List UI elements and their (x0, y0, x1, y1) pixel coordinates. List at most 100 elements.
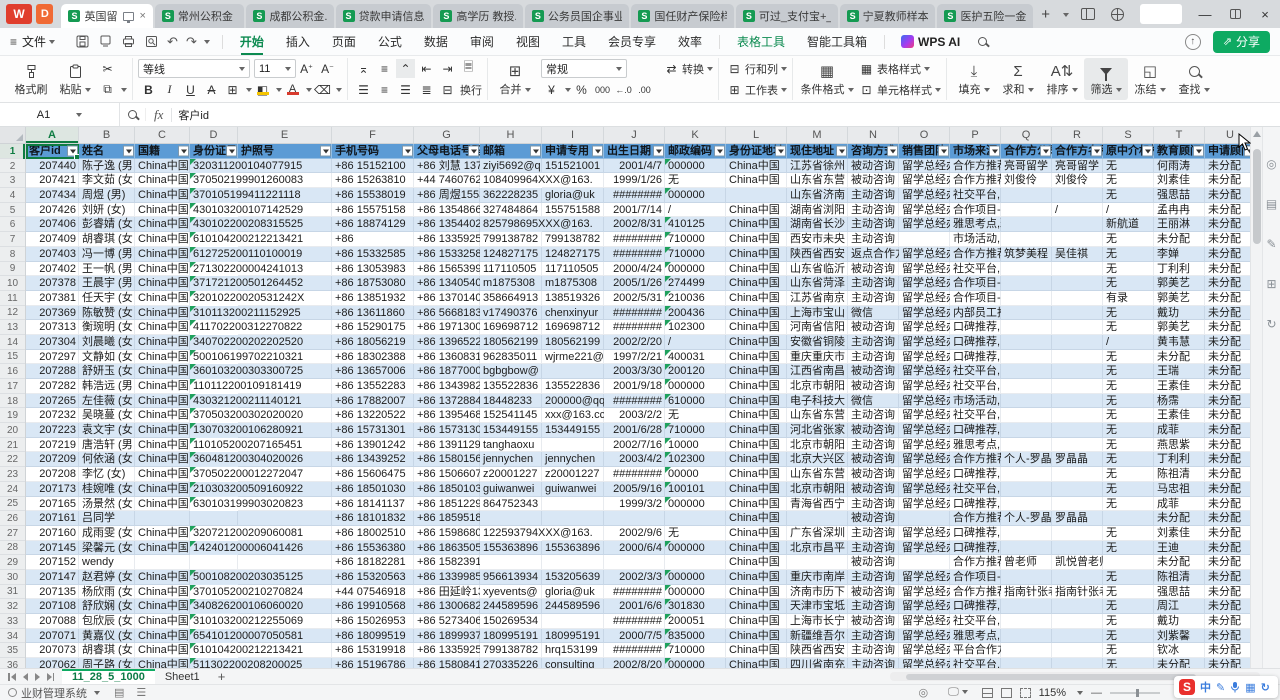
cell-T25[interactable]: 成菲 (1154, 497, 1205, 512)
header-cell-O1[interactable]: 销售团队 (899, 144, 950, 159)
cell-O9[interactable]: 留学总经办 (899, 262, 950, 277)
cell-C11[interactable]: China中国 (135, 291, 190, 306)
cell-P4[interactable]: 社交平台, (950, 188, 1001, 203)
conditional-format-button[interactable]: ▦ 条件格式 (798, 58, 856, 100)
cell-T8[interactable]: 李婵 (1154, 247, 1205, 262)
cell-L17[interactable]: China中国 (726, 379, 787, 394)
vertical-scroll-thumb[interactable] (1253, 149, 1261, 244)
cell-C7[interactable]: China中国 (135, 232, 190, 247)
cell-K31[interactable]: 000000 (665, 585, 726, 600)
cell-B36[interactable]: 周子路 (女 (79, 658, 135, 668)
cell-D21[interactable]: 110105200207165451 (190, 438, 238, 453)
row-header-1[interactable]: 1 (0, 144, 26, 159)
cell-B3[interactable]: 李文茹 (女 (79, 173, 135, 188)
close-tab-icon[interactable]: × (139, 10, 145, 22)
cell-K26[interactable] (665, 511, 726, 526)
cell-S25[interactable]: 无 (1103, 497, 1154, 512)
cell-N17[interactable]: 被动咨询 (848, 379, 899, 394)
cell-C12[interactable]: China中国 (135, 306, 190, 321)
cell-M21[interactable]: 北京市朝阳 (787, 438, 848, 453)
cell-S30[interactable]: 无 (1103, 570, 1154, 585)
eraser-button[interactable]: ⌫ (313, 80, 332, 99)
refresh-panel-icon[interactable]: ↻ (1266, 317, 1276, 331)
cell-N13[interactable]: 被动咨询 (848, 320, 899, 335)
rows-cols-button[interactable]: 行和列 (745, 61, 778, 77)
cell-D20[interactable]: 130703200106280921 (190, 423, 238, 438)
cell-J4[interactable]: ######## (604, 188, 665, 203)
convert-icon[interactable]: ⇄ (662, 59, 681, 78)
cell-N31[interactable]: 被动咨询 (848, 585, 899, 600)
tab-table-tools[interactable]: 表格工具 (726, 28, 796, 56)
properties-panel-icon[interactable]: ◎ (1266, 157, 1276, 171)
column-header-F[interactable]: F (332, 127, 414, 143)
cell-B5[interactable]: 刘妍 (女) (79, 203, 135, 218)
cell-U4[interactable]: 未分配 (1205, 188, 1250, 203)
cell-U22[interactable]: 未分配 (1205, 452, 1250, 467)
cell-N24[interactable]: 被动咨询 (848, 482, 899, 497)
increase-font-icon[interactable]: A⁺ (297, 59, 316, 78)
cell-J7[interactable]: ######## (604, 232, 665, 247)
filter-dropdown-icon[interactable] (1091, 146, 1102, 157)
header-cell-B1[interactable]: 姓名 (79, 144, 135, 159)
cell-H30[interactable]: 956613934 (480, 570, 542, 585)
cell-O2[interactable]: 留学总经办 (899, 159, 950, 174)
header-cell-F1[interactable]: 手机号码 (332, 144, 414, 159)
cell-F10[interactable]: +86 18753080 (332, 276, 414, 291)
column-header-Q[interactable]: Q (1001, 127, 1052, 143)
cell-J19[interactable]: 2003/2/2 (604, 408, 665, 423)
cell-A10[interactable]: 207378 (26, 276, 79, 291)
cell-R18[interactable] (1052, 394, 1103, 409)
cell-U31[interactable]: 未分配 (1205, 585, 1250, 600)
cell-R3[interactable]: 刘俊伶 (1052, 173, 1103, 188)
zoom-slider[interactable] (1110, 692, 1160, 694)
cell-G6[interactable]: +86 13544021981 (414, 217, 480, 232)
cut-icon[interactable]: ✂ (98, 59, 117, 78)
document-tab[interactable]: S贷款申请信息.xlsx (336, 4, 432, 28)
cell-L23[interactable]: China中国 (726, 467, 787, 482)
cell-G28[interactable]: +86 18635050001 (414, 541, 480, 556)
cell-B13[interactable]: 衡琬明 (女 (79, 320, 135, 335)
cell-B2[interactable]: 陈子逸 (男 (79, 159, 135, 174)
cell-B24[interactable]: 桂婉唯 (女 (79, 482, 135, 497)
cell-T19[interactable]: 王素佳 (1154, 408, 1205, 423)
cell-A15[interactable]: 207297 (26, 350, 79, 365)
cell-L21[interactable]: China中国 (726, 438, 787, 453)
cell-D4[interactable]: 370105199411221118 (190, 188, 238, 203)
cell-K2[interactable]: 000000 (665, 159, 726, 174)
cell-T29[interactable]: 未分配 (1154, 555, 1205, 570)
cell-G18[interactable]: +86 13728846801 (414, 394, 480, 409)
cell-J13[interactable]: ######## (604, 320, 665, 335)
cell-P27[interactable]: 口碑推荐, (950, 526, 1001, 541)
header-cell-J1[interactable]: 出生日期 (604, 144, 665, 159)
cell-Q20[interactable] (1001, 423, 1052, 438)
cell-N4[interactable]: 主动咨询 (848, 188, 899, 203)
wps-logo-icon[interactable]: W (6, 4, 32, 24)
cell-J16[interactable]: 2003/3/30 (604, 364, 665, 379)
cell-K7[interactable]: 710000 (665, 232, 726, 247)
cell-K16[interactable]: 200120 (665, 364, 726, 379)
cell-A31[interactable]: 207135 (26, 585, 79, 600)
cell-T28[interactable]: 王迪 (1154, 541, 1205, 556)
cell-M28[interactable]: 北京市昌平 (787, 541, 848, 556)
row-header-31[interactable]: 31 (0, 585, 26, 600)
cell-S9[interactable]: 无 (1103, 262, 1154, 277)
cell-I22[interactable]: jennychen (542, 452, 604, 467)
font-name-select[interactable]: 等线 (138, 59, 250, 78)
comma-style-button[interactable]: 000 (593, 80, 612, 99)
cell-K25[interactable]: 000000 (665, 497, 726, 512)
cell-G7[interactable]: +86 13359257067 (414, 232, 480, 247)
cell-T6[interactable]: 王丽淋 (1154, 217, 1205, 232)
cell-M30[interactable]: 重庆市南岸 (787, 570, 848, 585)
cell-H9[interactable]: 117110505 (480, 262, 542, 277)
zoom-level[interactable]: 115% (1039, 687, 1066, 699)
column-header-L[interactable]: L (726, 127, 787, 143)
cell-S33[interactable]: 无 (1103, 614, 1154, 629)
document-tab[interactable]: S宁夏教师样本.xlsx (840, 4, 936, 28)
cell-M15[interactable]: 重庆重庆市 (787, 350, 848, 365)
cell-C25[interactable]: China中国 (135, 497, 190, 512)
cell-Q3[interactable]: 刘俊伶 (1001, 173, 1052, 188)
cell-D32[interactable]: 340826200106060020 (190, 599, 238, 614)
cell-G14[interactable]: +86 13965221003 (414, 335, 480, 350)
cell-S18[interactable]: 无 (1103, 394, 1154, 409)
cell-L8[interactable]: China中国 (726, 247, 787, 262)
